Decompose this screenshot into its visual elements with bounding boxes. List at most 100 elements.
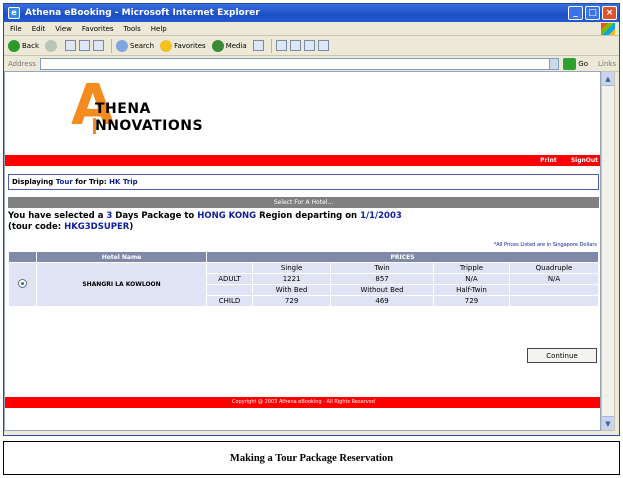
header-hotel-name: Hotel Name <box>36 251 207 263</box>
sel-days: 3 <box>106 211 113 221</box>
media-icon <box>211 39 224 52</box>
sel-text-2: Days Package to <box>115 211 195 221</box>
stop-icon[interactable] <box>65 40 76 51</box>
go-label: Go <box>578 59 589 68</box>
favorites-button[interactable]: Favorites <box>160 39 206 52</box>
print-icon[interactable] <box>289 40 301 51</box>
adult-header-single: Single <box>251 262 332 274</box>
title-bar: e Athena eBooking - Microsoft Internet E… <box>4 4 619 22</box>
edit-icon[interactable] <box>303 40 315 51</box>
hotel-table: Hotel Name PRICES SHANGRI LA KOWLOON Sin… <box>8 251 599 307</box>
ie-icon: e <box>8 7 20 19</box>
sel-text-3: Region departing on <box>259 211 358 221</box>
hotel-name: SHANGRI LA KOWLOON <box>36 262 207 307</box>
child-row-empty <box>206 284 253 296</box>
athena-logo: A THENA NNOVATIONS <box>71 78 271 148</box>
minimize-button[interactable]: _ <box>568 6 583 20</box>
star-icon <box>160 39 173 52</box>
scroll-up-icon[interactable]: ▲ <box>602 72 614 86</box>
selection-summary: You have selected a 3 Days Package to HO… <box>8 211 599 233</box>
child-header-half-twin: Half-Twin <box>432 284 511 296</box>
child-price-without-bed: 469 <box>330 295 434 307</box>
hotel-radio-cell <box>8 262 37 307</box>
child-header-without-bed: Without Bed <box>330 284 434 296</box>
logo-line-1: THENA <box>95 101 151 117</box>
sel-code: HKG3DSUPER <box>64 222 130 232</box>
go-arrow-icon <box>563 57 577 70</box>
search-button[interactable]: Search <box>116 39 155 52</box>
trip-mid: for Trip: <box>75 178 107 186</box>
go-button[interactable]: Go <box>563 57 589 70</box>
search-icon <box>116 39 128 52</box>
media-button[interactable]: Media <box>211 39 247 52</box>
sel-text-4: (tour code: <box>8 222 62 232</box>
adult-header-quadruple: Quadruple <box>509 262 599 274</box>
maximize-button[interactable]: □ <box>585 6 600 20</box>
adult-price-tripple: N/A <box>432 273 511 285</box>
adult-price-quadruple: N/A <box>509 273 599 285</box>
continue-button[interactable]: Continue <box>527 348 597 363</box>
address-input[interactable] <box>39 57 551 70</box>
back-button[interactable]: Back <box>8 39 39 52</box>
sel-text-1: You have selected a <box>8 211 104 221</box>
hotel-radio[interactable] <box>18 279 27 288</box>
adult-header-twin: Twin <box>330 262 434 274</box>
header-prices: PRICES <box>206 251 599 263</box>
menu-bar: File Edit View Favorites Tools Help <box>4 22 619 36</box>
menu-help[interactable]: Help <box>151 25 167 33</box>
adult-price-twin: 857 <box>330 273 434 285</box>
top-nav-bar: Print SignOut <box>5 155 600 166</box>
vertical-scrollbar[interactable]: ▲ ▼ <box>601 71 615 431</box>
forward-button[interactable] <box>45 39 59 52</box>
logo-line-2: NNOVATIONS <box>95 118 204 134</box>
header-select <box>8 251 37 263</box>
price-row-empty <box>206 262 253 274</box>
adult-label: ADULT <box>206 273 253 285</box>
window-title: Athena eBooking - Microsoft Internet Exp… <box>25 8 260 18</box>
address-dropdown-icon[interactable] <box>549 57 560 70</box>
child-price-half-twin: 729 <box>432 295 511 307</box>
sel-text-5: ) <box>129 222 134 232</box>
trip-name: HK Trip <box>109 178 138 186</box>
trip-info-box: Displaying Tour for Trip: HK Trip <box>8 174 599 190</box>
page-content: A THENA NNOVATIONS Print SignOut Display… <box>4 71 601 431</box>
home-icon[interactable] <box>93 40 104 51</box>
child-label: CHILD <box>206 295 253 307</box>
child-price-blank <box>509 295 599 307</box>
search-label: Search <box>130 41 155 50</box>
signout-link[interactable]: SignOut <box>571 157 598 164</box>
windows-logo-icon <box>601 22 615 35</box>
links-button[interactable]: Links <box>598 60 616 68</box>
back-arrow-icon <box>8 39 20 52</box>
media-label: Media <box>225 41 247 50</box>
mail-icon[interactable] <box>275 40 287 51</box>
back-label: Back <box>22 41 39 50</box>
menu-view[interactable]: View <box>55 25 72 33</box>
menu-tools[interactable]: Tools <box>124 25 141 33</box>
adult-header-tripple: Tripple <box>432 262 511 274</box>
price-footnote: *All Prices Listed are in Singapore Doll… <box>493 242 597 248</box>
adult-price-single: 1221 <box>251 273 332 285</box>
print-link[interactable]: Print <box>540 157 557 164</box>
address-label: Address <box>8 59 36 68</box>
messenger-icon[interactable] <box>317 40 329 51</box>
address-bar: Address Go Links <box>4 56 619 72</box>
section-header: Select For A Hotel... <box>8 197 599 208</box>
child-header-blank <box>509 284 599 296</box>
child-header-with-bed: With Bed <box>251 284 332 296</box>
footer-bar: Copyright @ 2003 Athena eBooking - All R… <box>5 397 600 408</box>
sel-destination: HONG KONG <box>197 211 257 221</box>
scroll-down-icon[interactable]: ▼ <box>602 416 614 430</box>
refresh-icon[interactable] <box>79 40 90 51</box>
forward-arrow-icon <box>45 39 57 52</box>
trip-prefix: Displaying <box>12 178 54 186</box>
toolbar: Back Search Favorites Media <box>4 36 619 56</box>
history-icon[interactable] <box>252 40 264 51</box>
menu-edit[interactable]: Edit <box>32 25 46 33</box>
close-button[interactable]: × <box>602 6 617 20</box>
menu-file[interactable]: File <box>10 25 22 33</box>
sel-date: 1/1/2003 <box>360 211 402 221</box>
trip-type: Tour <box>55 178 73 186</box>
child-price-with-bed: 729 <box>251 295 332 307</box>
menu-favorites[interactable]: Favorites <box>82 25 114 33</box>
